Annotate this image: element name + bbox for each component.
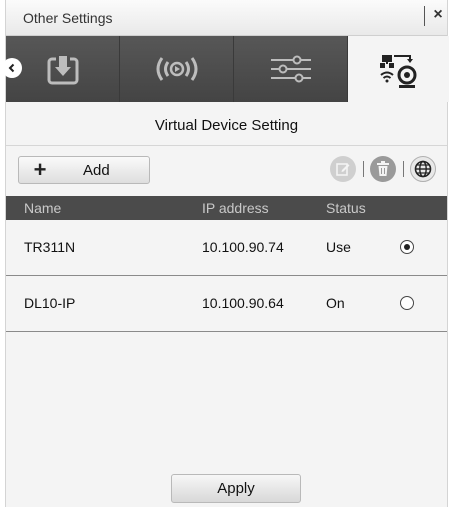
delete-button[interactable] bbox=[370, 156, 396, 182]
network-camera-icon bbox=[379, 55, 416, 88]
title-divider bbox=[424, 6, 425, 26]
device-select-radio[interactable] bbox=[400, 240, 414, 254]
delete-icon bbox=[377, 161, 389, 176]
globe-button[interactable] bbox=[410, 156, 436, 182]
tab-adjustments[interactable] bbox=[234, 36, 348, 102]
tab-virtual-device[interactable] bbox=[348, 36, 449, 102]
title-bar: Other Settings × bbox=[6, 0, 447, 36]
globe-icon bbox=[414, 160, 432, 178]
tab-broadcast[interactable] bbox=[120, 36, 234, 102]
chevron-left-icon bbox=[8, 63, 15, 73]
table-row[interactable]: DL10-IP 10.100.90.64 On bbox=[6, 276, 447, 332]
toolbar-divider bbox=[363, 161, 364, 177]
device-name: TR311N bbox=[24, 239, 76, 255]
device-select-radio[interactable] bbox=[400, 296, 414, 310]
tab-download[interactable] bbox=[6, 36, 120, 102]
device-status: On bbox=[326, 295, 345, 311]
device-status: Use bbox=[326, 239, 351, 255]
download-icon bbox=[47, 55, 78, 85]
sliders-icon bbox=[270, 55, 311, 83]
add-button[interactable]: + Add bbox=[18, 156, 150, 184]
settings-window: Other Settings × Virtual Device Setting … bbox=[2, 0, 449, 507]
toolbar: + Add bbox=[6, 146, 447, 196]
device-name: DL10-IP bbox=[24, 295, 76, 311]
edit-icon bbox=[336, 163, 350, 176]
window-title: Other Settings bbox=[23, 10, 113, 26]
back-button[interactable] bbox=[2, 58, 22, 78]
column-header-name: Name bbox=[24, 200, 62, 216]
device-ip: 10.100.90.64 bbox=[202, 295, 284, 311]
apply-button[interactable]: Apply bbox=[171, 474, 301, 503]
plus-icon: + bbox=[33, 157, 47, 182]
table-row[interactable]: TR311N 10.100.90.74 Use bbox=[6, 220, 447, 276]
broadcast-icon bbox=[156, 57, 197, 81]
edit-button[interactable] bbox=[330, 156, 356, 182]
section-title: Virtual Device Setting bbox=[6, 102, 447, 146]
table-header: Name IP address Status bbox=[6, 196, 447, 220]
close-button[interactable]: × bbox=[430, 4, 446, 26]
device-ip: 10.100.90.74 bbox=[202, 239, 284, 255]
toolbar-divider bbox=[403, 161, 404, 177]
tab-strip bbox=[2, 36, 449, 102]
add-button-label: Add bbox=[83, 161, 110, 179]
column-header-ip: IP address bbox=[202, 200, 269, 216]
column-header-status: Status bbox=[326, 200, 366, 216]
